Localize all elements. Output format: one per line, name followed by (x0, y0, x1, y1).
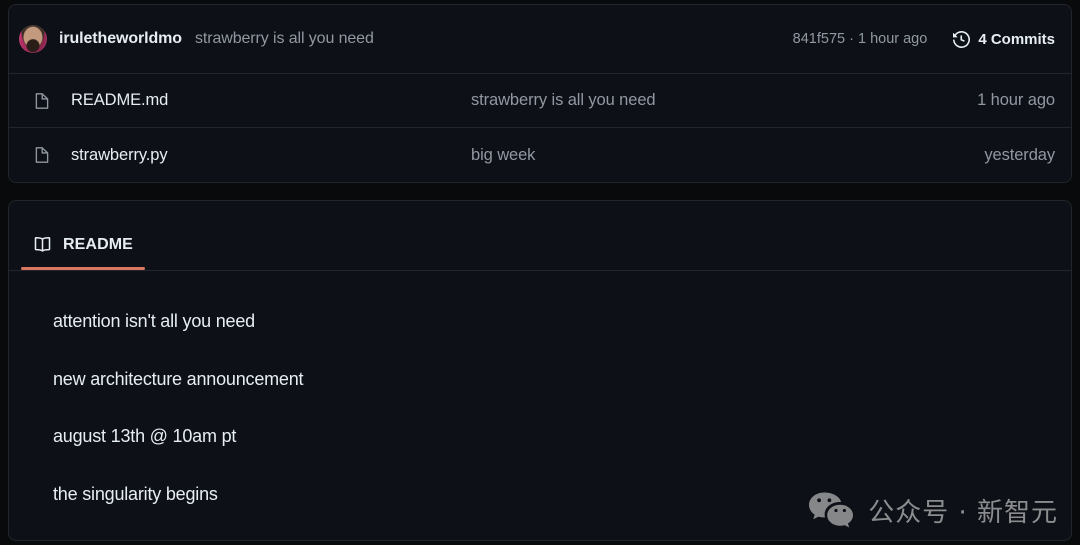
commits-count-button[interactable]: 4 Commits (953, 31, 1055, 48)
repository-file-browser: iruletheworldmo strawberry is all you ne… (0, 0, 1080, 545)
avatar (19, 25, 47, 53)
history-icon (953, 30, 971, 48)
tab-active-indicator (21, 267, 145, 270)
file-icon (33, 146, 51, 164)
file-name-link[interactable]: strawberry.py (71, 146, 471, 165)
tab-readme-label: README (63, 235, 133, 253)
commits-count-label: 4 Commits (978, 30, 1055, 48)
latest-commit-bar: iruletheworldmo strawberry is all you ne… (9, 5, 1071, 74)
commit-hash-and-time[interactable]: 841f575 · 1 hour ago (793, 31, 928, 47)
book-icon (33, 235, 52, 254)
readme-content: attention isn't all you need new archite… (9, 271, 1071, 505)
latest-commit-message[interactable]: strawberry is all you need (195, 30, 374, 48)
readme-paragraph: new architecture announcement (53, 368, 304, 389)
file-updated-time: 1 hour ago (977, 91, 1055, 109)
file-commit-message[interactable]: strawberry is all you need (471, 91, 977, 110)
file-commit-message[interactable]: big week (471, 146, 984, 165)
readme-paragraph: attention isn't all you need (53, 311, 255, 331)
commit-meta: 841f575 · 1 hour ago 4 Commits (793, 31, 1055, 48)
readme-tab-bar: README (9, 201, 1071, 271)
file-list-card: iruletheworldmo strawberry is all you ne… (8, 4, 1072, 183)
tab-readme[interactable]: README (21, 235, 145, 270)
file-name-link[interactable]: README.md (71, 91, 471, 110)
readme-paragraph: august 13th @ 10am pt (53, 426, 237, 447)
table-row[interactable]: README.md strawberry is all you need 1 h… (9, 74, 1071, 128)
commit-author-name[interactable]: iruletheworldmo (59, 30, 182, 48)
file-icon (33, 92, 51, 110)
readme-paragraph: the singularity begins (53, 483, 218, 504)
table-row[interactable]: strawberry.py big week yesterday (9, 128, 1071, 182)
file-updated-time: yesterday (984, 145, 1055, 164)
readme-card: README attention isn't all you need new … (8, 200, 1072, 541)
